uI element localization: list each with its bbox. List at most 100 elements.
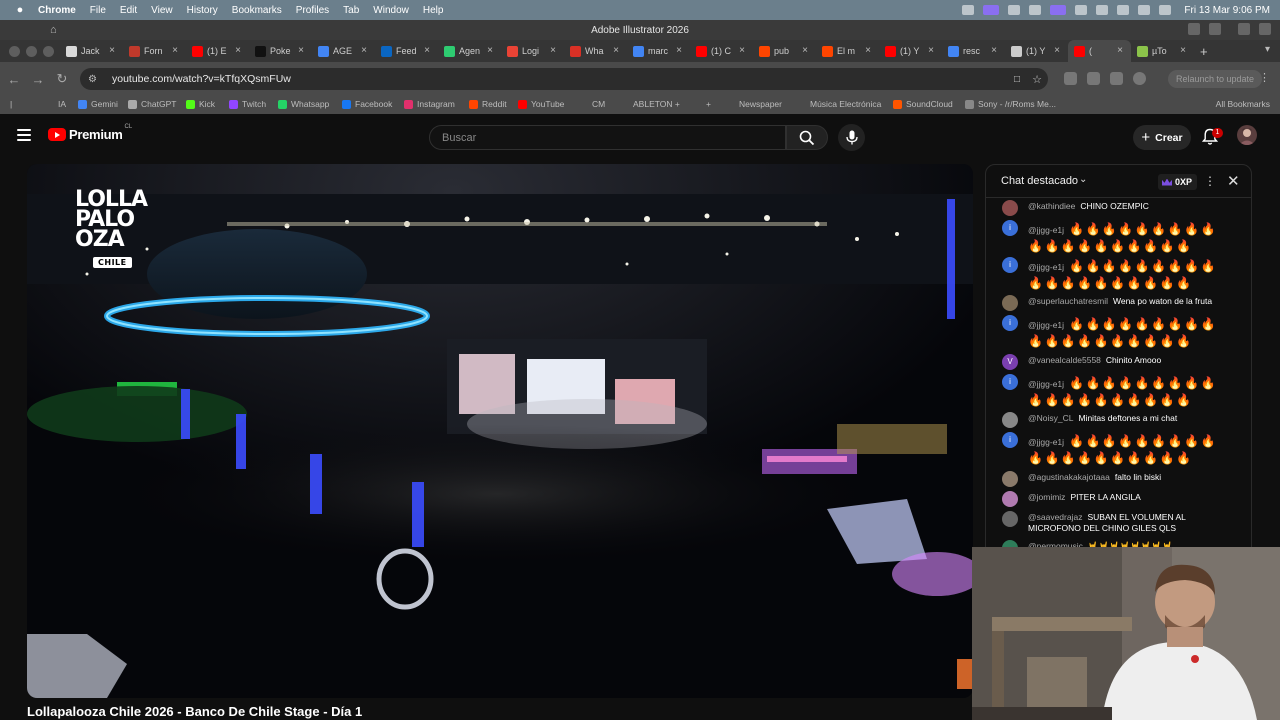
tab-close-icon[interactable]: × [172, 45, 178, 56]
site-info-icon[interactable]: ⚙ [88, 74, 102, 85]
chat-avatar[interactable] [1002, 412, 1018, 428]
browser-tab[interactable]: µTo × [1131, 40, 1194, 62]
chat-mode-selector[interactable]: Chat destacado [1001, 175, 1078, 187]
bookmark-item[interactable]: Sony - /r/Roms Me... [965, 99, 1056, 109]
browser-tab[interactable]: Wha × [564, 40, 627, 62]
browser-tab[interactable]: marc × [627, 40, 690, 62]
video-player[interactable]: LOLLA PALO OZA CHILE [27, 164, 973, 698]
chat-author[interactable]: @jjgg-e1j [1028, 379, 1064, 389]
extension-icon[interactable] [1064, 72, 1077, 85]
tab-close-icon[interactable]: × [361, 45, 367, 56]
bookmark-item[interactable]: YouTube [518, 99, 564, 109]
chat-author[interactable]: @superlauchatresmil [1028, 296, 1108, 306]
menu-file[interactable]: File [90, 5, 106, 16]
chat-author[interactable]: @agustinakakajotaaa [1028, 472, 1110, 482]
browser-tab[interactable]: Logi × [501, 40, 564, 62]
search-button[interactable] [786, 125, 828, 150]
tab-close-icon[interactable]: × [1054, 45, 1060, 56]
chat-author[interactable]: @jjgg-e1j [1028, 262, 1064, 272]
apple-icon[interactable]: ● [12, 4, 28, 16]
grid-icon[interactable] [1238, 23, 1250, 35]
chat-avatar[interactable]: i [1002, 374, 1018, 390]
wifi-icon[interactable] [1096, 5, 1109, 15]
home-icon[interactable]: ⌂ [50, 24, 57, 36]
minimize-window-button[interactable] [26, 45, 37, 57]
menu-help[interactable]: Help [423, 5, 444, 16]
bookmark-item[interactable]: + [706, 99, 711, 109]
reload-icon[interactable]: ↻ [50, 71, 74, 87]
chat-author[interactable]: @jjgg-e1j [1028, 437, 1064, 447]
tab-close-icon[interactable]: × [424, 45, 430, 56]
chat-avatar[interactable] [1002, 511, 1018, 527]
bookmark-item[interactable]: ABLETON + [633, 99, 680, 109]
menu-profiles[interactable]: Profiles [296, 5, 329, 16]
bookmark-item[interactable]: Música Electrónica [810, 99, 881, 109]
bookmark-item[interactable]: Facebook [342, 99, 392, 109]
chevron-down-icon[interactable]: ⌄ [1079, 174, 1087, 185]
tab-close-icon[interactable]: × [928, 45, 934, 56]
browser-tab[interactable]: AGE × [312, 40, 375, 62]
browser-tab[interactable]: Agen × [438, 40, 501, 62]
browser-tab[interactable]: Forn × [123, 40, 186, 62]
bookmark-item[interactable]: IA [58, 99, 66, 109]
tab-close-icon[interactable]: × [1180, 45, 1186, 56]
chat-author[interactable]: @vanealcalde5558 [1028, 355, 1101, 365]
bookmark-item[interactable]: Reddit [469, 99, 507, 109]
browser-tab[interactable]: Jack × [60, 40, 123, 62]
bookmark-item[interactable]: Kick [186, 99, 215, 109]
tab-close-icon[interactable]: × [550, 45, 556, 56]
tab-close-icon[interactable]: × [739, 45, 745, 56]
notification-icon[interactable] [1188, 23, 1200, 35]
youtube-premium-logo[interactable]: Premium CL [48, 124, 132, 142]
more-options-icon[interactable]: ⋮ [1204, 174, 1216, 188]
close-icon[interactable]: ✕ [1227, 172, 1240, 190]
chat-author[interactable]: @jjgg-e1j [1028, 320, 1064, 330]
menu-history[interactable]: History [187, 5, 218, 16]
chat-author[interactable]: @kathindiee [1028, 201, 1075, 211]
tab-close-icon[interactable]: × [235, 45, 241, 56]
voice-search-button[interactable] [838, 124, 865, 151]
bookmark-item[interactable]: Gemini [78, 99, 118, 109]
clock[interactable]: Fri 13 Mar 9:06 PM [1184, 5, 1270, 16]
new-tab-button[interactable]: + [1200, 44, 1208, 59]
menu-window[interactable]: Window [373, 5, 409, 16]
status-icon-2[interactable] [1008, 5, 1021, 15]
chat-avatar[interactable] [1002, 471, 1018, 487]
menu-tab[interactable]: Tab [343, 5, 359, 16]
install-app-icon[interactable]: □ [1014, 74, 1020, 85]
browser-tab[interactable]: pub × [753, 40, 816, 62]
create-button[interactable]: + Crear [1133, 125, 1191, 150]
media-controls-icon[interactable] [1110, 72, 1123, 85]
tab-search-icon[interactable]: ▾ [1265, 44, 1270, 55]
screen-share-icon[interactable] [983, 5, 1000, 15]
tab-close-icon[interactable]: × [613, 45, 619, 56]
url-bar[interactable]: ⚙ youtube.com/watch?v=kTfqXQsmFUw □ ☆ [80, 68, 1048, 90]
relaunch-button[interactable]: Relaunch to update [1168, 70, 1263, 88]
extensions-puzzle-icon[interactable] [1087, 72, 1100, 85]
menu-app[interactable]: Chrome [38, 5, 76, 16]
bookmark-item[interactable]: SoundCloud [893, 99, 953, 109]
status-icon-1[interactable] [962, 5, 975, 15]
chat-author[interactable]: @Noisy_CL [1028, 413, 1073, 423]
profile-avatar-icon[interactable] [1133, 72, 1146, 85]
chat-avatar[interactable] [1002, 491, 1018, 507]
chat-avatar[interactable]: i [1002, 257, 1018, 273]
chat-avatar[interactable]: i [1002, 432, 1018, 448]
browser-tab[interactable]: (1) E × [186, 40, 249, 62]
bookmark-item[interactable]: Whatsapp [278, 99, 329, 109]
browser-tab[interactable]: (× [1068, 40, 1131, 62]
bookmark-item[interactable]: Twitch [229, 99, 266, 109]
tab-close-icon[interactable]: × [1117, 45, 1123, 56]
browser-tab[interactable]: (1) Y × [879, 40, 942, 62]
play-icon[interactable] [1075, 5, 1088, 15]
zoom-window-button[interactable] [43, 45, 54, 57]
chat-author[interactable]: @jjgg-e1j [1028, 225, 1064, 235]
menu-icon[interactable] [1259, 23, 1271, 35]
account-avatar[interactable] [1237, 125, 1257, 145]
menu-view[interactable]: View [151, 5, 173, 16]
tab-close-icon[interactable]: × [991, 45, 997, 56]
chat-avatar[interactable]: V [1002, 354, 1018, 370]
bookmark-star-icon[interactable]: ☆ [1032, 73, 1042, 86]
tab-close-icon[interactable]: × [802, 45, 808, 56]
chat-avatar[interactable] [1002, 200, 1018, 216]
